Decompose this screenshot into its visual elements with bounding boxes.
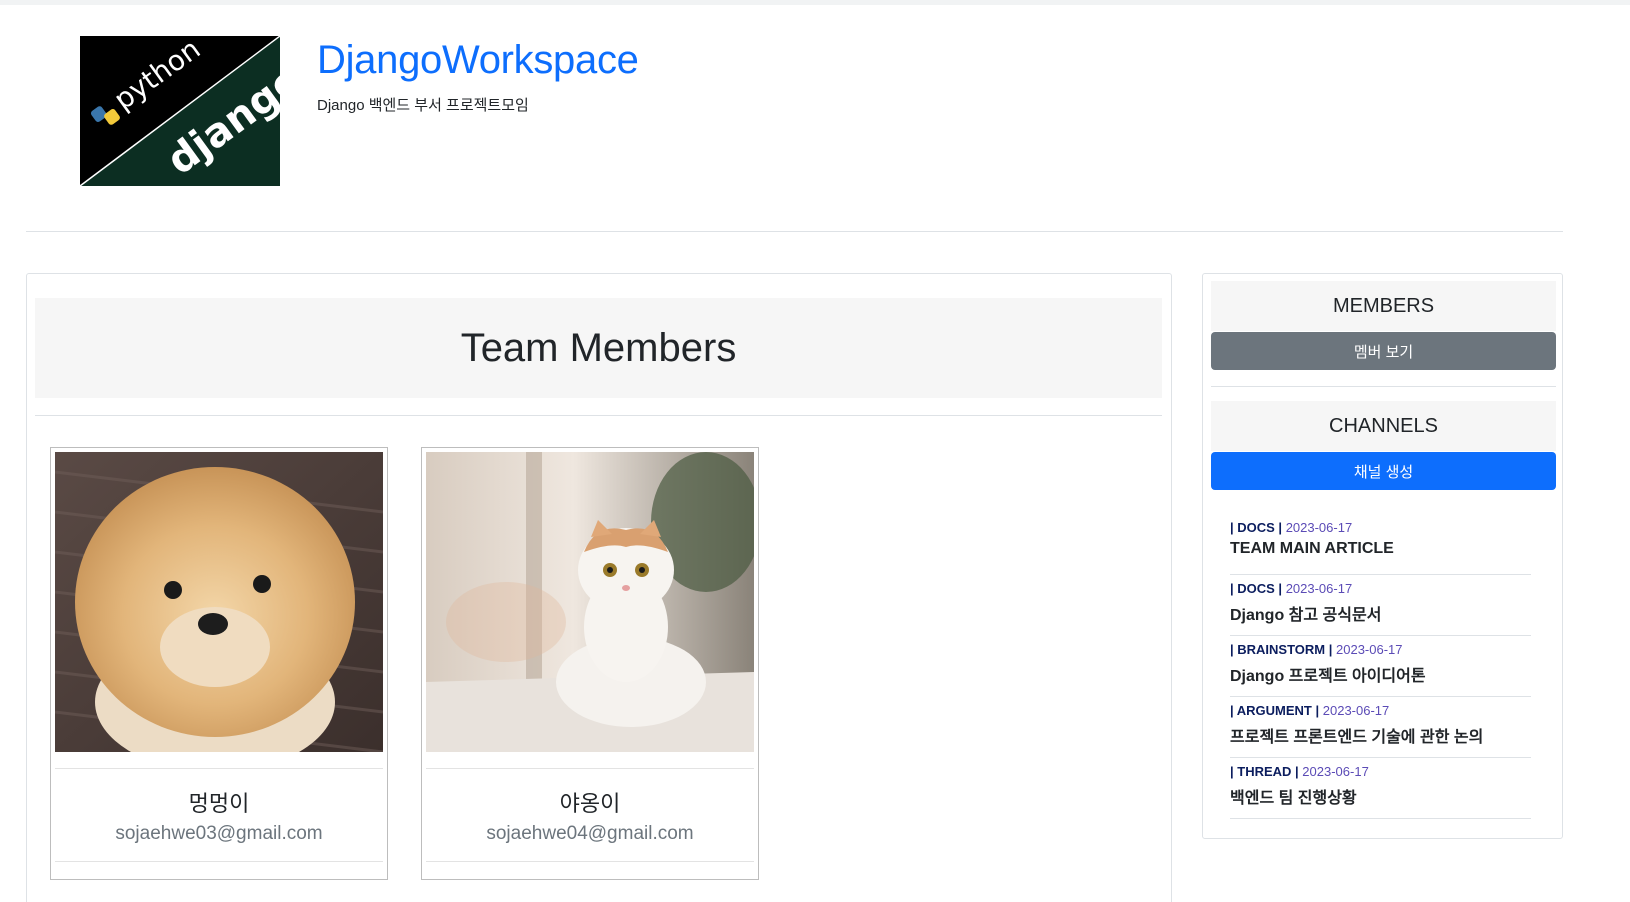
- channel-meta: | BRAINSTORM | 2023-06-17: [1230, 642, 1531, 658]
- channel-item[interactable]: | DOCS | 2023-06-17 TEAM MAIN ARTICLE: [1230, 514, 1531, 575]
- channel-date: 2023-06-17: [1322, 703, 1390, 718]
- channel-date: 2023-06-17: [1285, 520, 1353, 535]
- panel-divider: [35, 415, 1162, 416]
- team-members-panel: Team Members 멍멍이 sojaehwe03@gmail.com 야옹…: [26, 273, 1172, 902]
- header-divider: [26, 231, 1563, 232]
- member-divider: [55, 768, 383, 769]
- sidebar-divider: [1211, 386, 1556, 387]
- channel-type: | BRAINSTORM |: [1230, 642, 1333, 657]
- channel-title: Django 참고 공식문서: [1230, 607, 1382, 624]
- channel-date: 2023-06-17: [1302, 764, 1369, 779]
- member-photo-dog: [55, 452, 383, 752]
- channel-date: 2023-06-17: [1285, 581, 1353, 596]
- channels-heading: CHANNELS: [1211, 401, 1556, 451]
- channel-list: | DOCS | 2023-06-17 TEAM MAIN ARTICLE | …: [1230, 514, 1531, 819]
- site-subtitle: Django 백엔드 부서 프로젝트모임: [317, 97, 529, 114]
- channel-type: | DOCS |: [1230, 581, 1283, 596]
- channel-meta: | DOCS | 2023-06-17: [1230, 520, 1531, 536]
- team-members-heading: Team Members: [460, 325, 737, 370]
- channel-item[interactable]: | BRAINSTORM | 2023-06-17 Django 프로젝트 아이…: [1230, 636, 1531, 697]
- channel-meta: | DOCS | 2023-06-17: [1230, 581, 1531, 597]
- channel-item[interactable]: | DOCS | 2023-06-17 Django 참고 공식문서: [1230, 575, 1531, 636]
- member-name: 야옹이: [559, 791, 621, 816]
- member-divider: [55, 861, 383, 862]
- member-email: sojaehwe04@gmail.com: [486, 823, 694, 844]
- view-members-button[interactable]: 멤버 보기: [1211, 332, 1556, 370]
- member-photo-cat: [426, 452, 754, 752]
- channel-type: | DOCS |: [1230, 520, 1283, 535]
- member-card[interactable]: 멍멍이 sojaehwe03@gmail.com: [50, 447, 388, 880]
- browser-top-strip: [0, 0, 1630, 5]
- member-email: sojaehwe03@gmail.com: [115, 823, 323, 844]
- member-divider: [426, 768, 754, 769]
- channel-item[interactable]: | ARGUMENT | 2023-06-17 프로젝트 프론트엔드 기술에 관…: [1230, 697, 1531, 758]
- sidebar-panel: MEMBERS 멤버 보기 CHANNELS 채널 생성 | DOCS | 20…: [1202, 273, 1563, 839]
- team-members-header: Team Members: [35, 298, 1162, 398]
- channel-meta: | THREAD | 2023-06-17: [1230, 764, 1531, 780]
- channel-meta: | ARGUMENT | 2023-06-17: [1230, 703, 1531, 719]
- python-django-logo[interactable]: python django: [80, 36, 280, 186]
- channel-item[interactable]: | THREAD | 2023-06-17 백엔드 팀 진행상황: [1230, 758, 1531, 819]
- members-heading: MEMBERS: [1211, 281, 1556, 331]
- channel-type: | THREAD |: [1230, 764, 1299, 779]
- channel-title: TEAM MAIN ARTICLE: [1230, 540, 1394, 557]
- member-card[interactable]: 야옹이 sojaehwe04@gmail.com: [421, 447, 759, 880]
- site-title-link[interactable]: DjangoWorkspace: [317, 38, 639, 83]
- member-divider: [426, 861, 754, 862]
- member-name: 멍멍이: [188, 791, 250, 816]
- channel-title: 백엔드 팀 진행상황: [1230, 790, 1357, 807]
- channel-type: | ARGUMENT |: [1230, 703, 1320, 718]
- channel-date: 2023-06-17: [1336, 642, 1403, 657]
- channel-title: 프로젝트 프론트엔드 기술에 관한 논의: [1230, 729, 1484, 746]
- create-channel-button[interactable]: 채널 생성: [1211, 452, 1556, 490]
- channel-title: Django 프로젝트 아이디어톤: [1230, 668, 1426, 685]
